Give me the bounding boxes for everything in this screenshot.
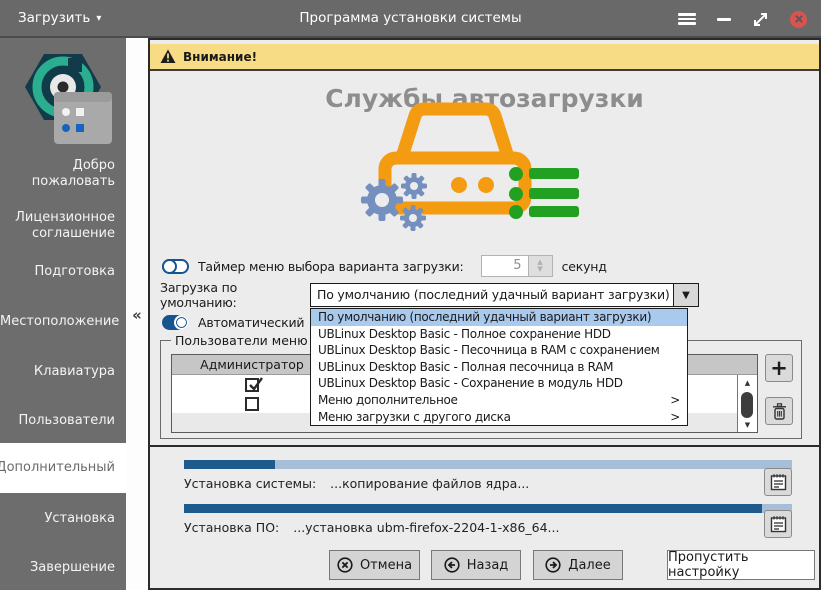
warning-text: Внимание! bbox=[183, 50, 257, 64]
sidebar: Добро пожаловать Лицензионное соглашение… bbox=[0, 38, 126, 590]
admin-column-header: Администратор bbox=[172, 357, 332, 372]
boot-timer-spinner[interactable]: 5 ▲ ▼ bbox=[481, 255, 553, 277]
delete-user-button[interactable] bbox=[765, 397, 793, 425]
back-arrow-icon bbox=[444, 557, 460, 573]
sidebar-item-welcome[interactable]: Добро пожаловать bbox=[0, 158, 126, 190]
load-menu-button[interactable]: Загрузить ▾ bbox=[18, 10, 101, 26]
minimize-button[interactable] bbox=[717, 18, 731, 21]
admin-checkbox-row1[interactable] bbox=[245, 378, 259, 392]
sidebar-item-preparation[interactable]: Подготовка bbox=[0, 264, 126, 280]
hamburger-icon bbox=[678, 13, 696, 25]
submenu-arrow-icon: > bbox=[670, 392, 680, 409]
boot-timer-value[interactable]: 5 bbox=[481, 255, 529, 277]
cancel-icon bbox=[337, 557, 353, 573]
minimize-icon bbox=[717, 18, 731, 21]
submenu-arrow-icon: > bbox=[670, 409, 680, 426]
gear-small-top bbox=[401, 173, 427, 199]
next-button[interactable]: Далее bbox=[533, 550, 623, 580]
admin-checkbox-row2[interactable] bbox=[245, 397, 259, 411]
installer-logo bbox=[6, 50, 120, 158]
titlebar: Загрузить ▾ Программа установки системы bbox=[0, 0, 821, 38]
auto-login-label: Автоматический вхо bbox=[198, 315, 306, 330]
warning-icon bbox=[160, 49, 176, 64]
system-progressbar bbox=[184, 460, 792, 469]
scroll-up-icon[interactable]: ▲ bbox=[738, 375, 757, 390]
users-groupbox-title: Пользователи меню за bbox=[171, 333, 311, 348]
sidebar-item-location[interactable]: Местоположение bbox=[0, 314, 126, 330]
dropdown-option-save-module-hdd[interactable]: UBLinux Desktop Basic - Сохранение в мод… bbox=[311, 375, 687, 392]
section-divider bbox=[150, 445, 819, 447]
skip-setup-button[interactable]: Пропустить настройку bbox=[667, 550, 815, 580]
default-boot-value: По умолчанию (последний удачный вариант … bbox=[311, 284, 673, 306]
boot-timer-row: Таймер меню выбора варианта загрузки: 5 … bbox=[162, 254, 607, 278]
dropdown-option-full-save-hdd[interactable]: UBLinux Desktop Basic - Полное сохранени… bbox=[311, 326, 687, 343]
scrollbar-thumb[interactable] bbox=[741, 392, 753, 418]
gear-large bbox=[361, 179, 403, 221]
software-log-button[interactable] bbox=[764, 510, 792, 538]
software-progress-fill bbox=[184, 504, 762, 513]
sidebar-item-users[interactable]: Пользователи bbox=[0, 413, 126, 429]
load-menu-label: Загрузить bbox=[18, 10, 90, 26]
log-icon bbox=[770, 515, 787, 533]
back-button[interactable]: Назад bbox=[431, 550, 521, 580]
dropdown-option-extra-menu[interactable]: Меню дополнительное > bbox=[311, 392, 687, 409]
default-boot-combobox[interactable]: По умолчанию (последний удачный вариант … bbox=[310, 283, 699, 307]
window-controls bbox=[678, 0, 807, 38]
software-progressbar bbox=[184, 504, 792, 513]
chevron-down-icon: ▼ bbox=[682, 290, 690, 301]
dropdown-option-other-disk-menu[interactable]: Меню загрузки с другого диска > bbox=[311, 409, 687, 426]
boot-options-dropdown: По умолчанию (последний удачный вариант … bbox=[310, 308, 688, 426]
sidebar-gutter: « bbox=[126, 38, 148, 590]
log-icon bbox=[770, 473, 787, 491]
expand-icon bbox=[752, 11, 769, 28]
default-boot-label: Загрузка по умолчанию: bbox=[160, 280, 310, 310]
system-log-button[interactable] bbox=[764, 468, 792, 496]
software-progress-label: Установка ПО:...установка ubm-firefox-22… bbox=[184, 520, 559, 535]
sidebar-item-license[interactable]: Лицензионное соглашение bbox=[0, 210, 126, 242]
caret-down-icon: ▾ bbox=[96, 13, 101, 24]
dropdown-option-default[interactable]: По умолчанию (последний удачный вариант … bbox=[311, 309, 687, 326]
boot-list-glyph bbox=[509, 167, 579, 219]
trash-icon bbox=[772, 403, 787, 420]
system-progress-fill bbox=[184, 460, 275, 469]
next-arrow-icon bbox=[545, 557, 561, 573]
maximize-button[interactable] bbox=[752, 11, 769, 28]
auto-login-toggle[interactable] bbox=[162, 315, 189, 330]
close-button[interactable] bbox=[790, 11, 807, 28]
sidebar-item-keyboard[interactable]: Клавиатура bbox=[0, 364, 126, 380]
system-progress-status: ...копирование файлов ядра... bbox=[330, 476, 529, 491]
dropdown-option-full-sandbox-ram[interactable]: UBLinux Desktop Basic - Полная песочница… bbox=[311, 359, 687, 376]
auto-login-row: Автоматический вхо bbox=[162, 312, 306, 332]
sidebar-item-finish[interactable]: Завершение bbox=[0, 560, 126, 576]
warning-banner: Внимание! bbox=[150, 44, 819, 71]
app-menu-button[interactable] bbox=[678, 13, 696, 25]
cancel-button[interactable]: Отмена bbox=[329, 550, 420, 580]
add-user-button[interactable]: + bbox=[765, 354, 793, 382]
software-progress-status: ...установка ubm-firefox-2204-1-x86_64..… bbox=[293, 520, 559, 535]
default-boot-row: Загрузка по умолчанию: По умолчанию (пос… bbox=[160, 282, 699, 308]
autostart-services-icon bbox=[335, 102, 600, 232]
boot-timer-label: Таймер меню выбора варианта загрузки: bbox=[198, 259, 464, 274]
scroll-down-icon[interactable]: ▼ bbox=[738, 417, 757, 432]
system-progress-label: Установка системы:...копирование файлов … bbox=[184, 476, 529, 491]
close-icon bbox=[790, 11, 807, 28]
boot-timer-toggle[interactable] bbox=[162, 259, 189, 274]
plus-icon: + bbox=[770, 358, 788, 378]
spinner-down-icon: ▼ bbox=[537, 266, 542, 273]
gear-small-bottom bbox=[400, 205, 426, 231]
spinner-arrows[interactable]: ▲ ▼ bbox=[529, 255, 553, 277]
dropdown-option-sandbox-ram-save[interactable]: UBLinux Desktop Basic - Песочница в RAM … bbox=[311, 342, 687, 359]
users-table-scrollbar[interactable]: ▲ ▼ bbox=[737, 375, 757, 432]
sidebar-item-install[interactable]: Установка bbox=[0, 511, 126, 527]
boot-timer-unit: секунд bbox=[562, 259, 607, 274]
sidebar-item-additional[interactable]: Дополнительный bbox=[0, 443, 126, 493]
combobox-arrow-button[interactable]: ▼ bbox=[673, 284, 698, 306]
collapse-sidebar-chevron[interactable]: « bbox=[126, 306, 148, 324]
main-panel: Внимание! Службы автозагрузки bbox=[148, 38, 821, 590]
